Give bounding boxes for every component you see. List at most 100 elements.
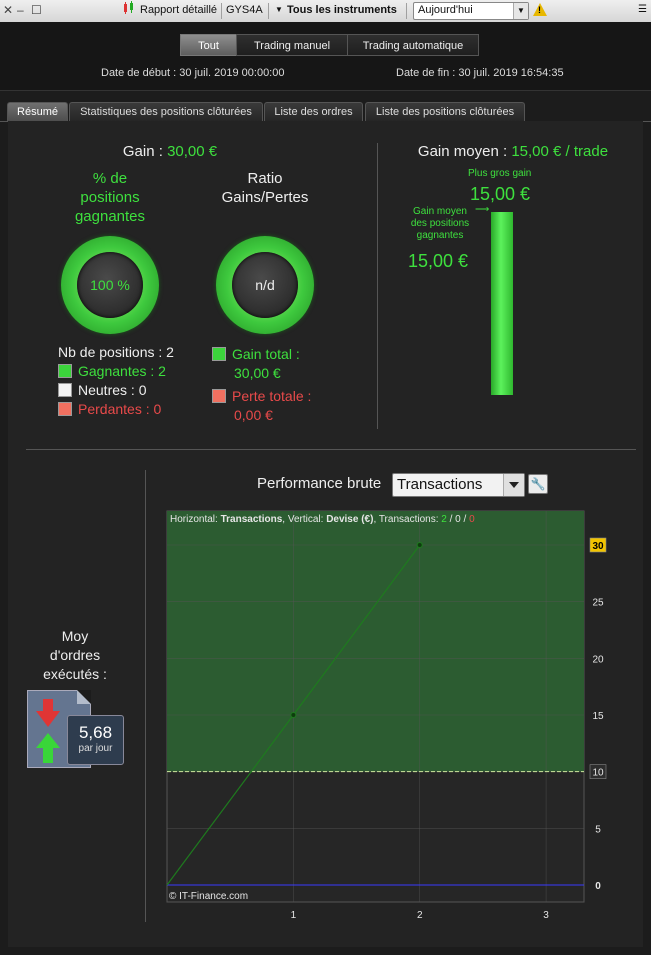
chart-divider <box>145 470 146 922</box>
positions-count: Nb de positions : 2 <box>58 344 174 360</box>
report-label[interactable]: Rapport détaillé <box>140 0 217 22</box>
losers-item: Perdantes : 0 <box>58 401 161 417</box>
avg-orders-title: Moy d'ordres exécutés : <box>30 627 120 684</box>
gain-heading: Gain : 30,00 € <box>40 143 300 160</box>
mode-all-button[interactable]: Tout <box>180 34 237 56</box>
arrow-right-icon: ⟶ <box>475 204 490 215</box>
horizontal-divider <box>26 449 636 450</box>
chart-info-separator: / <box>447 514 455 525</box>
chart-info-vertical: Devise (€) <box>326 514 373 525</box>
chevron-down-icon <box>503 474 524 496</box>
tab-orders[interactable]: Liste des ordres <box>264 102 363 121</box>
win-rate-title-line: gagnantes <box>74 208 146 225</box>
filter-area: Tout Trading manuel Trading automatique … <box>0 22 651 91</box>
avg-win-label-line: gagnantes <box>416 230 464 241</box>
total-loss: Perte totale : 0,00 € <box>212 387 311 425</box>
chart-copyright: © IT-Finance.com <box>169 891 248 902</box>
avg-gain-label: Gain moyen : <box>417 143 512 160</box>
winners-label: Gagnantes : 2 <box>78 363 166 379</box>
x-tick-label: 3 <box>543 910 549 921</box>
neutral-label: Neutres : 0 <box>78 382 147 398</box>
y-tick-label: 15 <box>592 711 604 722</box>
win-rate-title-line: positions <box>80 189 140 206</box>
avg-orders-title-line: Moy <box>61 628 89 644</box>
win-rate-title-line: % de <box>92 170 128 187</box>
positive-zone <box>167 511 584 772</box>
total-loss-value: 0,00 € <box>234 407 273 423</box>
warning-icon[interactable]: ! <box>533 3 547 16</box>
y-tick-label: 0 <box>595 881 601 892</box>
period-select[interactable]: Aujourd'hui ▼ <box>413 2 529 20</box>
buy-arrow-icon <box>36 733 60 763</box>
data-point <box>416 542 423 548</box>
y-tick-label: 5 <box>595 824 601 835</box>
chart-info-text: , Vertical: <box>282 514 326 525</box>
instruments-selector[interactable]: Tous les instruments <box>287 0 397 22</box>
title-bar: ✕ – ☐ Rapport détaillé GYS4A ▼ Tous les … <box>0 0 651 23</box>
performance-chart: 0 5 10 15 20 25 30 1 2 3 Horizontal: Transactions… <box>166 510 607 921</box>
end-date: Date de fin : 30 juil. 2019 16:54:35 <box>396 67 564 79</box>
ratio-title-line: Gains/Pertes <box>221 189 309 206</box>
y-tick-label: 30 <box>592 541 604 552</box>
chart-info: Horizontal: Transactions, Vertical: Devi… <box>170 514 475 525</box>
orders-rate-box: 5,68 par jour <box>67 715 124 765</box>
ratio-ring: n/d <box>216 236 314 334</box>
tab-closed-stats[interactable]: Statistiques des positions clôturées <box>69 102 263 121</box>
gain-label: Gain : <box>122 143 168 160</box>
mode-auto-button[interactable]: Trading automatique <box>347 34 479 56</box>
y-tick-label: 20 <box>592 654 604 665</box>
close-window-icon[interactable]: ✕ <box>3 0 13 22</box>
tab-summary[interactable]: Résumé <box>7 102 68 121</box>
win-rate-ring: 100 % <box>61 236 159 334</box>
avg-win-bar <box>491 212 513 395</box>
winners-swatch <box>58 364 72 378</box>
data-point <box>290 712 297 718</box>
orders-rate-value: 5,68 <box>78 723 113 742</box>
ratio-title-line: Ratio <box>247 170 283 187</box>
chart-info-losers: 0 <box>469 514 475 525</box>
ratio-value: n/d <box>232 252 298 318</box>
chart-info-text: , Transactions: <box>373 514 441 525</box>
wrench-icon[interactable]: 🔧 <box>528 474 548 494</box>
account-label[interactable]: GYS4A <box>226 0 263 22</box>
x-tick-label: 1 <box>291 910 297 921</box>
best-gain-label: Plus gros gain <box>468 168 532 179</box>
total-loss-label: Perte totale : <box>232 388 312 404</box>
y-tick-label: 25 <box>592 598 604 609</box>
performance-label: Performance brute <box>257 475 382 492</box>
avg-orders-title-line: exécutés : <box>43 666 107 682</box>
vertical-divider <box>377 143 378 429</box>
neutral-item: Neutres : 0 <box>58 382 146 398</box>
ratio-title: Ratio Gains/Pertes <box>200 169 330 207</box>
best-gain-value: 15,00 € <box>470 184 531 204</box>
start-date: Date de début : 30 juil. 2019 00:00:00 <box>101 67 285 79</box>
chart-info-separator: / <box>461 514 469 525</box>
chart-info-text: Horizontal: <box>170 514 221 525</box>
avg-win-bar-track <box>491 212 513 395</box>
total-loss-swatch <box>212 389 226 403</box>
performance-mode-select[interactable]: Transactions <box>392 473 525 497</box>
candlestick-icon <box>122 0 136 22</box>
mode-manual-button[interactable]: Trading manuel <box>236 34 348 56</box>
minimize-window-icon[interactable]: – <box>17 0 24 22</box>
neutral-swatch <box>58 383 72 397</box>
total-gain-label: Gain total : <box>232 346 300 362</box>
instruments-dropdown-icon[interactable]: ▼ <box>275 0 283 22</box>
losers-label: Perdantes : 0 <box>78 401 162 417</box>
tab-closed-positions[interactable]: Liste des positions clôturées <box>365 102 525 121</box>
performance-mode-value: Transactions <box>397 476 483 493</box>
total-gain: Gain total : 30,00 € <box>212 345 300 383</box>
maximize-window-icon[interactable]: ☐ <box>31 0 42 22</box>
avg-win-label-line: Gain moyen <box>413 206 467 217</box>
y-tick-label: 10 <box>592 768 604 779</box>
period-select-value: Aujourd'hui <box>418 4 473 16</box>
sell-arrow-icon <box>36 699 60 727</box>
total-gain-swatch <box>212 347 226 361</box>
avg-gain-value: 15,00 € / trade <box>511 143 609 160</box>
total-gain-value: 30,00 € <box>234 365 281 381</box>
chevron-down-icon: ▼ <box>513 3 528 19</box>
losers-swatch <box>58 402 72 416</box>
gain-value: 30,00 € <box>167 143 218 160</box>
chart-info-horizontal: Transactions <box>221 514 283 525</box>
menu-icon[interactable]: ☰ <box>638 0 647 22</box>
